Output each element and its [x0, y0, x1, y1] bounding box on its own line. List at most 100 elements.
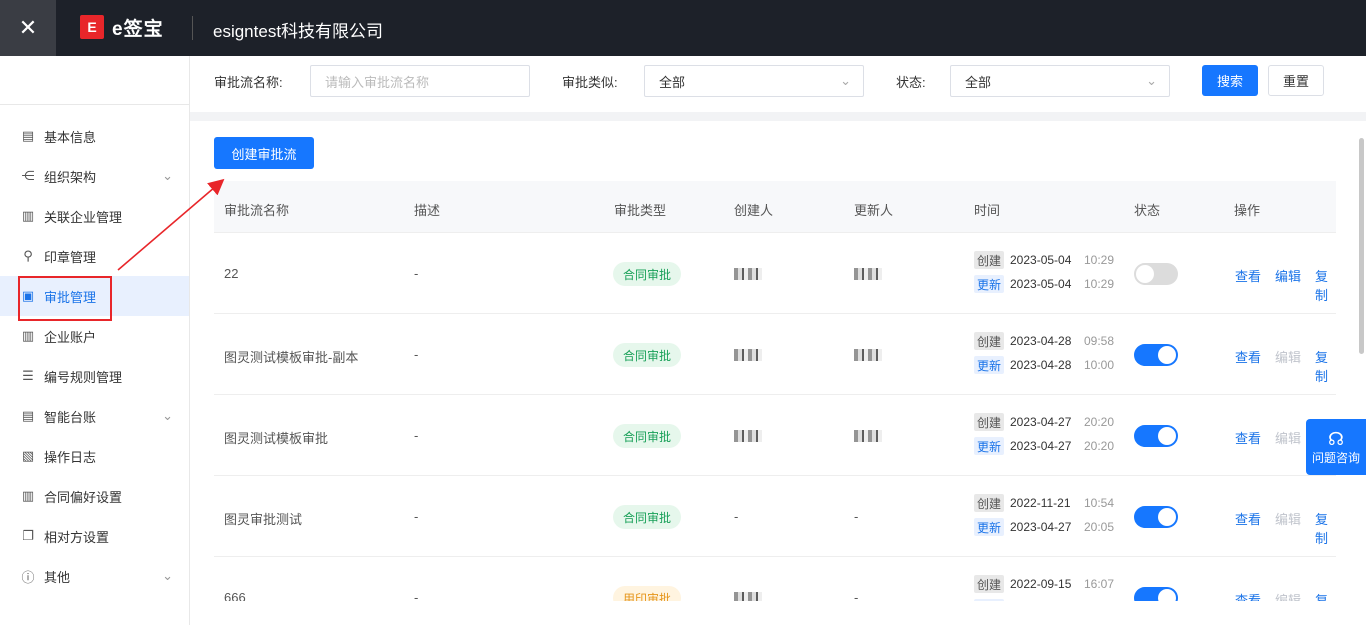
- updated-badge: 更新: [974, 599, 1005, 601]
- updated-date: 2023-04-28: [1010, 358, 1072, 372]
- created-time: 20:20: [1084, 415, 1115, 429]
- sidebar-item[interactable]: ▥ 合同偏好设置: [0, 476, 189, 516]
- created-date: 2023-05-04: [1010, 253, 1072, 267]
- updated-date: 2023-05-04: [1010, 277, 1072, 291]
- top-divider: [192, 16, 193, 40]
- created-badge: 创建: [974, 251, 1005, 269]
- table-row: 22 - 合同审批 创建 2023-05-04 10:29 更新 2023-05-04 10:2…: [214, 233, 1336, 314]
- column-header: 状态: [1134, 203, 1161, 218]
- name-filter-label: 审批流名称:: [214, 75, 283, 90]
- status-toggle[interactable]: [1134, 425, 1178, 447]
- copy-link[interactable]: 复制: [1315, 509, 1336, 547]
- created-time: 10:29: [1084, 253, 1115, 267]
- logo-mark-icon: E: [80, 15, 104, 39]
- copy-link[interactable]: 复制: [1315, 266, 1336, 304]
- approval-name-input[interactable]: 请输入审批流名称: [310, 65, 530, 97]
- status-toggle[interactable]: [1134, 263, 1178, 285]
- help-consult-button[interactable]: ☊ 问题咨询: [1306, 419, 1366, 475]
- view-link[interactable]: 查看: [1235, 428, 1261, 447]
- create-approval-flow-button[interactable]: 创建审批流: [214, 137, 314, 169]
- created-date: 2023-04-27: [1010, 415, 1072, 429]
- view-link[interactable]: 查看: [1235, 509, 1261, 528]
- sidebar-item[interactable]: ▧ 操作日志: [0, 436, 189, 476]
- chevron-down-icon: ⌄: [840, 73, 851, 88]
- sidebar-item-label: 其他: [44, 569, 71, 585]
- edit-link: 编辑: [1275, 350, 1302, 365]
- creator-name: -: [734, 509, 739, 524]
- search-button[interactable]: 搜索: [1202, 65, 1258, 96]
- column-header: 描述: [414, 203, 441, 218]
- filter-bar: 审批流名称: 请输入审批流名称 审批类似: 全部 ⌄ 状态: 全部 ⌄ 搜索 重…: [190, 56, 1366, 106]
- sidebar-item[interactable]: ⓘ 其他 ⌄: [0, 556, 189, 596]
- org-tree-icon: ⋲: [21, 168, 35, 183]
- vertical-scrollbar[interactable]: [1359, 138, 1364, 354]
- creator-avatar-masked: [734, 268, 762, 280]
- sidebar-item[interactable]: ❐ 相对方设置: [0, 516, 189, 556]
- type-filter-label: 审批类似:: [562, 75, 618, 90]
- flow-description: -: [414, 347, 419, 362]
- column-header: 更新人: [854, 203, 894, 218]
- updated-time: 20:20: [1084, 439, 1115, 453]
- sidebar-item-label: 智能台账: [44, 409, 97, 425]
- view-link[interactable]: 查看: [1235, 590, 1261, 601]
- status-filter-label: 状态:: [896, 75, 926, 90]
- sidebar-item[interactable]: ⋲ 组织架构 ⌄: [0, 156, 189, 196]
- status-toggle[interactable]: [1134, 587, 1178, 601]
- sidebar-item[interactable]: ▤ 基本信息: [0, 116, 189, 156]
- sidebar-item[interactable]: ⚲ 印章管理: [0, 236, 189, 276]
- updater-avatar-masked: [854, 349, 882, 361]
- sidebar-item[interactable]: ▤ 智能台账 ⌄: [0, 396, 189, 436]
- reset-button[interactable]: 重置: [1268, 65, 1324, 96]
- status-toggle[interactable]: [1134, 344, 1178, 366]
- sidebar-item-label: 合同偏好设置: [44, 489, 123, 505]
- sidebar-item-label: 组织架构: [44, 169, 97, 185]
- view-link[interactable]: 查看: [1235, 266, 1261, 285]
- building-icon: ▥: [21, 208, 35, 223]
- column-header: 操作: [1234, 203, 1261, 218]
- logo-text: e签宝: [112, 18, 164, 40]
- flow-name: 图灵测试模板审批: [224, 431, 329, 446]
- edit-link[interactable]: 编辑: [1275, 266, 1301, 285]
- view-link[interactable]: 查看: [1235, 347, 1261, 366]
- sidebar-item[interactable]: ▥ 企业账户: [0, 316, 189, 356]
- flow-name: 图灵测试模板审批-副本: [224, 350, 359, 365]
- account-icon: ▥: [21, 328, 35, 343]
- chevron-down-icon[interactable]: ⌄: [162, 408, 173, 424]
- updated-time: 10:00: [1084, 358, 1115, 372]
- approval-flow-table: 审批流名称 描述 审批类型 创建人 更新人 时间 状态 操作 22- 合同审批 创建 2023-05…: [214, 181, 1336, 601]
- top-bar: ✕ E e签宝 esigntest科技有限公司: [0, 0, 1366, 56]
- updater-name: -: [854, 509, 859, 524]
- sidebar: ▤ 基本信息 ⋲ 组织架构 ⌄ ▥ 关联企业管理 ⚲ 印章管理 ▣ 审批管理 ▥ 企业账户 ☰ 编号规则管理…: [0, 56, 190, 625]
- created-time: 16:07: [1084, 577, 1115, 591]
- flow-name: 图灵审批测试: [224, 512, 303, 527]
- flow-description: -: [414, 428, 419, 443]
- flow-description: -: [414, 266, 419, 281]
- sidebar-item[interactable]: ☰ 编号规则管理: [0, 356, 189, 396]
- copy-link[interactable]: 复制: [1315, 347, 1336, 385]
- updated-badge: 更新: [974, 518, 1005, 536]
- approval-type-tag: 合同审批: [613, 343, 682, 367]
- sidebar-item[interactable]: ▥ 关联企业管理: [0, 196, 189, 236]
- toggle-knob: [1158, 508, 1176, 526]
- column-header: 时间: [974, 203, 1001, 218]
- table-row: 666 - 用印审批 - 创建 2022-09-15 16:07 更新 查看 编辑 复制: [214, 557, 1336, 601]
- status-select[interactable]: 全部 ⌄: [950, 65, 1170, 97]
- status-toggle[interactable]: [1134, 506, 1178, 528]
- close-icon[interactable]: ✕: [0, 0, 56, 56]
- updated-badge: 更新: [974, 275, 1005, 293]
- flow-name: 666: [224, 590, 246, 601]
- updater-avatar-masked: [854, 430, 882, 442]
- updater-name: -: [854, 590, 859, 601]
- toggle-knob: [1158, 427, 1176, 445]
- type-select[interactable]: 全部 ⌄: [644, 65, 864, 97]
- created-time: 09:58: [1084, 334, 1115, 348]
- created-date: 2022-11-21: [1010, 496, 1071, 510]
- flow-description: -: [414, 509, 419, 524]
- chevron-down-icon[interactable]: ⌄: [162, 168, 173, 184]
- edit-link: 编辑: [1275, 593, 1302, 601]
- copy-link[interactable]: 复制: [1315, 590, 1336, 601]
- toggle-knob: [1158, 346, 1176, 364]
- sidebar-item-label: 印章管理: [44, 249, 97, 265]
- edit-link: 编辑: [1275, 512, 1302, 527]
- chevron-down-icon[interactable]: ⌄: [162, 568, 173, 584]
